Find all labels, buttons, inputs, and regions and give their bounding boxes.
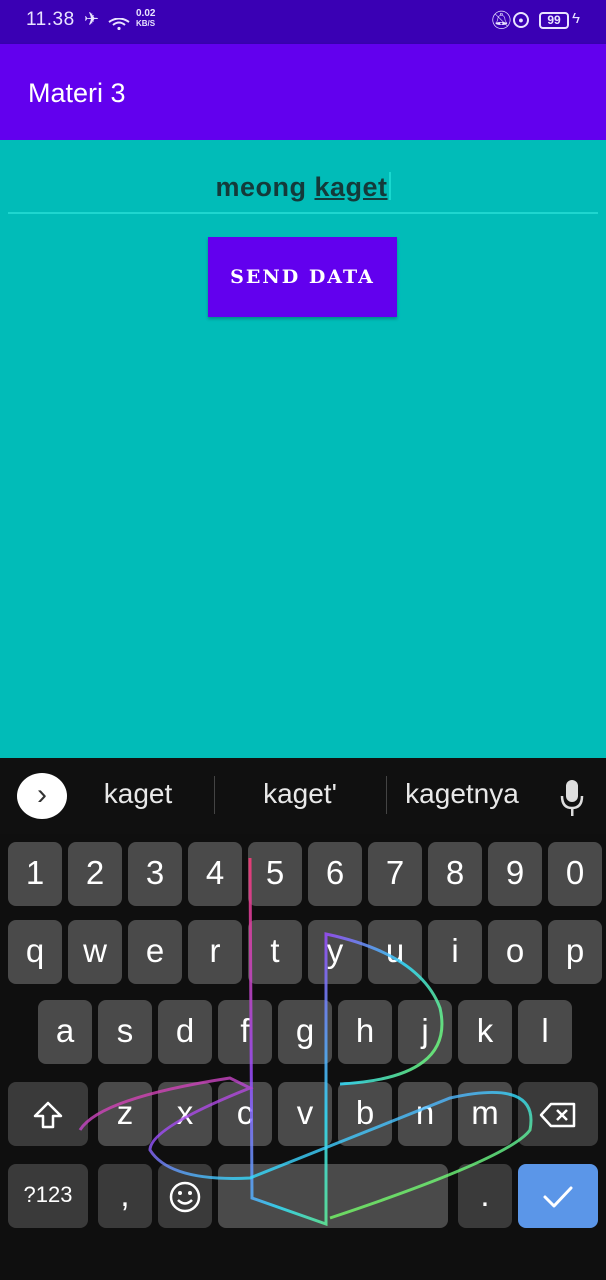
lock-icon: ● [513,12,529,28]
emoji-icon [169,1182,201,1213]
key-5[interactable]: 5 [248,842,302,906]
suggestion-bar: › kaget kaget' kagetnya [0,758,606,834]
suggestion-divider [214,776,215,814]
mic-icon[interactable] [560,778,584,818]
symbols-key[interactable]: ?123 [8,1164,88,1228]
key-8[interactable]: 8 [428,842,482,906]
input-text-composing: kaget [314,172,388,202]
suggestion-3[interactable]: kagetnya [398,778,526,810]
key-o[interactable]: o [488,920,542,984]
text-caret [388,172,391,200]
status-bar: 11.38 ✈ 0.02 KB/S 🔕︎ ● 99 ϟ [0,0,606,44]
shift-key[interactable] [8,1082,88,1146]
key-h[interactable]: h [338,1000,392,1064]
key-k[interactable]: k [458,1000,512,1064]
suggestion-2[interactable]: kaget' [240,778,360,810]
key-7[interactable]: 7 [368,842,422,906]
key-w[interactable]: w [68,920,122,984]
shift-icon [33,1102,63,1129]
key-v[interactable]: v [278,1082,332,1146]
key-q[interactable]: q [8,920,62,984]
key-t[interactable]: t [248,920,302,984]
emoji-key[interactable] [158,1164,212,1228]
enter-key[interactable] [518,1164,598,1228]
key-2[interactable]: 2 [68,842,122,906]
status-time: 11.38 [26,9,75,30]
key-z[interactable]: z [98,1082,152,1146]
key-i[interactable]: i [428,920,482,984]
key-0[interactable]: 0 [548,842,602,906]
backspace-key[interactable] [518,1082,598,1146]
key-r[interactable]: r [188,920,242,984]
key-b[interactable]: b [338,1082,392,1146]
network-speed-value: 0.02 [136,8,156,19]
app-bar: Materi 3 [0,44,606,140]
key-g[interactable]: g [278,1000,332,1064]
period-key[interactable]: . [458,1164,512,1228]
charging-icon: ϟ [572,10,580,27]
text-input[interactable]: meong kaget [8,166,598,214]
key-n[interactable]: n [398,1082,452,1146]
main-content: meong kaget SEND DATA [0,140,606,758]
suggestion-1[interactable]: kaget [88,778,188,810]
key-6[interactable]: 6 [308,842,362,906]
key-a[interactable]: a [38,1000,92,1064]
key-y[interactable]: y [308,920,362,984]
soft-keyboard: › kaget kaget' kagetnya 1 2 3 4 5 6 7 8 … [0,758,606,1280]
chevron-right-icon[interactable]: › [17,773,67,819]
key-x[interactable]: x [158,1082,212,1146]
mute-bell-icon: 🔕︎ [490,10,513,30]
key-4[interactable]: 4 [188,842,242,906]
key-9[interactable]: 9 [488,842,542,906]
key-3[interactable]: 3 [128,842,182,906]
backspace-icon [539,1103,576,1128]
key-p[interactable]: p [548,920,602,984]
key-u[interactable]: u [368,920,422,984]
network-speed: 0.02 KB/S [136,9,155,29]
key-m[interactable]: m [458,1082,512,1146]
send-data-button[interactable]: SEND DATA [208,237,397,317]
app-title: Materi 3 [28,78,126,108]
battery-level: 99 [547,13,561,27]
check-icon [543,1186,573,1208]
suggestion-divider [386,776,387,814]
key-s[interactable]: s [98,1000,152,1064]
network-speed-unit: KB/S [136,19,156,28]
input-text-plain: meong [215,172,315,202]
key-f[interactable]: f [218,1000,272,1064]
space-key[interactable] [218,1164,448,1228]
key-c[interactable]: c [218,1082,272,1146]
key-l[interactable]: l [518,1000,572,1064]
input-value: meong kaget [8,172,598,203]
key-d[interactable]: d [158,1000,212,1064]
battery-icon: 99 [539,12,569,29]
key-e[interactable]: e [128,920,182,984]
airplane-icon: ✈ [84,9,100,29]
key-1[interactable]: 1 [8,842,62,906]
wifi-icon [108,18,130,30]
comma-key[interactable]: , [98,1164,152,1228]
key-j[interactable]: j [398,1000,452,1064]
